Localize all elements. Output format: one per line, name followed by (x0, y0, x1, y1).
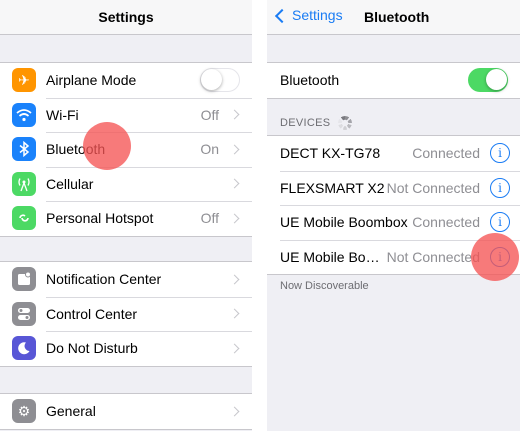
bluetooth-screen: Settings Bluetooth Bluetooth DEVICES DEC… (267, 0, 520, 431)
spinner-icon (338, 116, 353, 130)
control-center-icon (12, 301, 36, 326)
device-status: Connected (412, 214, 480, 231)
bluetooth-navbar: Settings Bluetooth (267, 0, 520, 35)
info-icon[interactable]: i (490, 246, 510, 267)
chevron-right-icon (229, 213, 240, 224)
airplane-mode-label: Airplane Mode (46, 72, 137, 89)
airplane-mode-toggle[interactable] (200, 68, 240, 93)
bluetooth-toggle-label: Bluetooth (280, 72, 340, 89)
chevron-right-icon (229, 308, 240, 319)
chevron-right-icon (229, 144, 240, 155)
cellular-row[interactable]: Cellular (0, 166, 252, 202)
bluetooth-toggle-group: Bluetooth (267, 62, 520, 99)
device-row[interactable]: DECT KX-TG78 Connected i (267, 136, 520, 171)
airplane-mode-row[interactable]: ✈ Airplane Mode (0, 63, 252, 98)
chevron-right-icon (229, 178, 240, 189)
info-icon[interactable]: i (490, 143, 510, 164)
notification-center-label: Notification Center (46, 271, 162, 288)
device-status: Connected (412, 145, 480, 162)
device-status: Not Connected (386, 179, 480, 196)
airplane-icon: ✈ (12, 68, 36, 93)
device-name: UE Mobile Bo… (280, 248, 380, 265)
settings-navbar: Settings (0, 0, 252, 35)
settings-group-general: ⚙ General (0, 393, 252, 430)
settings-group-connectivity: ✈ Airplane Mode Wi-Fi Off Bluetooth On C… (0, 62, 252, 237)
devices-header-label: DEVICES (280, 117, 331, 129)
discoverable-note: Now Discoverable (280, 280, 369, 292)
do-not-disturb-label: Do Not Disturb (46, 340, 138, 357)
toggle-knob (201, 69, 222, 91)
back-button[interactable]: Settings (273, 7, 343, 23)
toggle-knob (486, 69, 507, 91)
page-title: Bluetooth (364, 9, 430, 25)
personal-hotspot-row[interactable]: Personal Hotspot Off (0, 201, 252, 236)
device-row[interactable]: UE Mobile Boombox Connected i (267, 205, 520, 240)
control-center-label: Control Center (46, 305, 138, 322)
settings-group-system: Notification Center Control Center Do No… (0, 261, 252, 367)
info-icon[interactable]: i (490, 212, 510, 233)
wifi-icon (12, 102, 36, 127)
general-row[interactable]: ⚙ General (0, 394, 252, 429)
chevron-right-icon (229, 343, 240, 354)
chevron-right-icon (229, 274, 240, 285)
info-icon[interactable]: i (490, 177, 510, 198)
general-label: General (46, 403, 96, 420)
notification-center-icon (12, 267, 36, 292)
settings-screen: Settings ✈ Airplane Mode Wi-Fi Off Bluet… (0, 0, 252, 431)
back-button-label: Settings (292, 7, 343, 23)
bluetooth-toggle-row[interactable]: Bluetooth (267, 63, 520, 98)
device-row[interactable]: UE Mobile Bo… Not Connected i (267, 239, 520, 275)
device-status: Not Connected (386, 248, 480, 265)
moon-icon (12, 336, 36, 361)
do-not-disturb-row[interactable]: Do Not Disturb (0, 331, 252, 366)
bluetooth-value: On (200, 141, 219, 158)
device-name: UE Mobile Boombox (280, 214, 408, 231)
wifi-label: Wi-Fi (46, 106, 79, 123)
devices-header: DEVICES (280, 116, 353, 130)
devices-list: DECT KX-TG78 Connected i FLEXSMART X2 No… (267, 135, 520, 275)
page-title: Settings (98, 9, 154, 25)
chevron-left-icon (274, 8, 290, 23)
bluetooth-label: Bluetooth (46, 141, 106, 158)
chevron-right-icon (229, 109, 240, 120)
wifi-row[interactable]: Wi-Fi Off (0, 97, 252, 133)
hotspot-icon (12, 206, 36, 231)
chevron-right-icon (229, 406, 240, 417)
wifi-value: Off (200, 106, 219, 123)
cellular-label: Cellular (46, 175, 94, 192)
personal-hotspot-label: Personal Hotspot (46, 210, 154, 227)
notification-center-row[interactable]: Notification Center (0, 262, 252, 297)
device-name: FLEXSMART X2 (280, 179, 385, 196)
device-row[interactable]: FLEXSMART X2 Not Connected i (267, 170, 520, 206)
bluetooth-icon (12, 137, 36, 162)
personal-hotspot-value: Off (200, 210, 219, 227)
bluetooth-row[interactable]: Bluetooth On (0, 132, 252, 167)
device-name: DECT KX-TG78 (280, 145, 381, 162)
control-center-row[interactable]: Control Center (0, 296, 252, 332)
gear-icon: ⚙ (12, 399, 36, 424)
cellular-icon (12, 171, 36, 196)
bluetooth-toggle[interactable] (468, 68, 508, 93)
